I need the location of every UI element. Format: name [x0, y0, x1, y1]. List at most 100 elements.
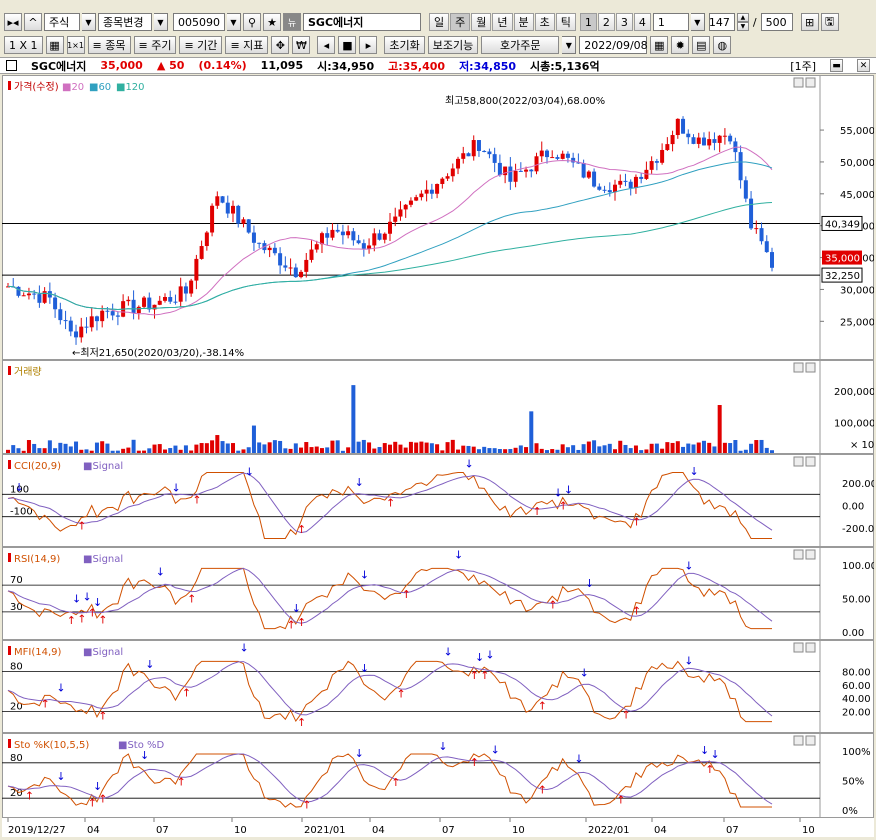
tick-label-sto-0: 100%	[842, 747, 871, 758]
single-layout-icon[interactable]: 1×1	[66, 36, 85, 54]
number-tab-2[interactable]: 2	[597, 13, 615, 31]
volume-bar	[393, 441, 398, 453]
bar-count-input[interactable]: 147	[708, 13, 735, 31]
candle-body	[456, 158, 461, 169]
period-tab-3[interactable]: 년	[492, 13, 513, 31]
crosshair-icon[interactable]: ✥	[271, 36, 290, 54]
volume-bar	[497, 449, 502, 453]
prev-icon[interactable]: ◂	[317, 36, 336, 54]
layout-ratio-button[interactable]: 1 X 1	[4, 36, 43, 54]
chart-area[interactable]: 가격(수정) ■20 ■60 ■120 거래량 CCI(20,9) ■Signal RSI(1…	[2, 75, 876, 837]
volume-bar	[424, 442, 429, 453]
stock-code-input[interactable]: 005090	[173, 13, 225, 31]
date-value: 2022/09/08	[584, 38, 648, 52]
max-bars-field[interactable]: 500	[760, 13, 793, 31]
select-checkbox[interactable]	[6, 60, 17, 71]
panel-min-icon	[793, 549, 804, 560]
market-select[interactable]: 주식	[44, 13, 80, 31]
interval-dropdown[interactable]: ▼	[690, 13, 705, 31]
next-icon[interactable]: ▸	[359, 36, 378, 54]
period-tab-4[interactable]: 분	[513, 13, 534, 31]
stock-code-dropdown[interactable]: ▼	[227, 13, 241, 31]
candle-body	[26, 293, 31, 296]
volume-tick-label-0: 200,000	[834, 387, 874, 398]
period-tab-6[interactable]: 틱	[555, 13, 576, 31]
volume-bar	[304, 442, 309, 453]
indicator-menu-button[interactable]: ≡ 지표	[225, 36, 269, 54]
candle-body	[623, 180, 628, 182]
volume-bar	[461, 445, 466, 453]
market-dropdown[interactable]: ▼	[82, 13, 96, 31]
buy-arrow: ↑	[548, 598, 557, 611]
price-tick-label-0: 55,000	[840, 126, 874, 137]
date-input[interactable]: 2022/09/08	[579, 36, 648, 54]
sell-arrow: ↓	[93, 596, 102, 609]
sell-arrow: ↓	[355, 476, 364, 489]
search-icon[interactable]: ⚲	[243, 13, 261, 31]
calendar-icon[interactable]: ▦	[650, 36, 669, 54]
number-tab-4[interactable]: 4	[633, 13, 651, 31]
volume-bar	[686, 443, 691, 453]
minimize-icon[interactable]: ▬	[830, 59, 843, 72]
volume-bar	[476, 449, 481, 453]
symbol-menu-button[interactable]: ≡ 종목	[87, 36, 131, 54]
period-tab-0[interactable]: 일	[429, 13, 450, 31]
candle-body	[204, 232, 209, 247]
candle-body	[68, 320, 73, 332]
candle-body	[701, 137, 706, 146]
news-badge[interactable]: 뉴	[283, 13, 301, 31]
symbol-change-dropdown[interactable]: ▼	[154, 13, 168, 31]
volume-bar	[194, 444, 199, 453]
candle-body	[53, 297, 58, 310]
buy-arrow: ↑	[192, 493, 201, 506]
sell-arrow: ↓	[171, 481, 180, 494]
period-tab-5[interactable]: 초	[534, 13, 555, 31]
save-icon[interactable]: 🖫	[820, 13, 839, 31]
candle-body	[251, 232, 256, 243]
aux-function-button[interactable]: 보조기능	[427, 36, 479, 54]
volume-bar	[764, 447, 769, 453]
volume-bar	[121, 448, 126, 453]
candle-body	[539, 150, 544, 157]
panel-close-icon	[805, 735, 816, 746]
add-window-icon[interactable]: ⊞	[800, 13, 819, 31]
reset-button[interactable]: 초기화	[384, 36, 425, 54]
tick-label-cci-0: 200.00	[842, 479, 874, 490]
stop-icon[interactable]: ■	[338, 36, 357, 54]
buy-arrow: ↑	[632, 515, 641, 528]
order-dropdown[interactable]: ▼	[562, 36, 577, 54]
main-toolbar: ▸◂ ^ 주식 ▼ 종목변경 ▼ 005090 ▼ ⚲ ★ 뉴 SGC에너지 일…	[0, 0, 876, 34]
period-menu-button[interactable]: ≡ 기간	[179, 36, 223, 54]
capture-icon[interactable]: ◍	[713, 36, 732, 54]
number-tab-1[interactable]: 1	[579, 13, 597, 31]
period-tab-1[interactable]: 주	[450, 13, 471, 31]
interval-input[interactable]: 1	[652, 13, 689, 31]
candle-body	[414, 197, 419, 201]
volume-bar	[665, 442, 670, 453]
order-button[interactable]: 호가주문	[481, 36, 560, 54]
volume-bar	[456, 449, 461, 453]
chart-svg[interactable]: 가격(수정) ■20 ■60 ■120 거래량 CCI(20,9) ■Signal RSI(1…	[2, 75, 876, 837]
buy-arrow: ↑	[287, 618, 296, 631]
grid-layout-icon[interactable]: ▦	[45, 36, 64, 54]
candle-body	[194, 258, 199, 281]
candle-body	[351, 231, 356, 241]
volume-bar	[100, 441, 105, 453]
export-icon[interactable]: ▤	[692, 36, 711, 54]
symbol-change-select[interactable]: 종목변경	[98, 13, 152, 31]
volume-bar	[152, 444, 157, 453]
period-tab-2[interactable]: 월	[471, 13, 492, 31]
bar-count-spinner[interactable]: ▲ ▼	[736, 13, 749, 31]
buy-arrow: ↑	[621, 708, 630, 721]
close-icon[interactable]: ✕	[857, 59, 870, 72]
collapse-up-button[interactable]: ^	[24, 13, 42, 31]
stock-name-field[interactable]: SGC에너지	[303, 13, 421, 31]
panel-toggle-button[interactable]: ▸◂	[4, 13, 22, 31]
favorite-star-icon[interactable]: ★	[263, 13, 281, 31]
won-button[interactable]: ₩	[292, 36, 311, 54]
volume-bar	[314, 446, 319, 453]
number-tab-3[interactable]: 3	[615, 13, 633, 31]
gear-icon[interactable]: ✹	[671, 36, 690, 54]
sell-arrow: ↓	[710, 748, 719, 761]
cycle-menu-button[interactable]: ≡ 주기	[133, 36, 177, 54]
